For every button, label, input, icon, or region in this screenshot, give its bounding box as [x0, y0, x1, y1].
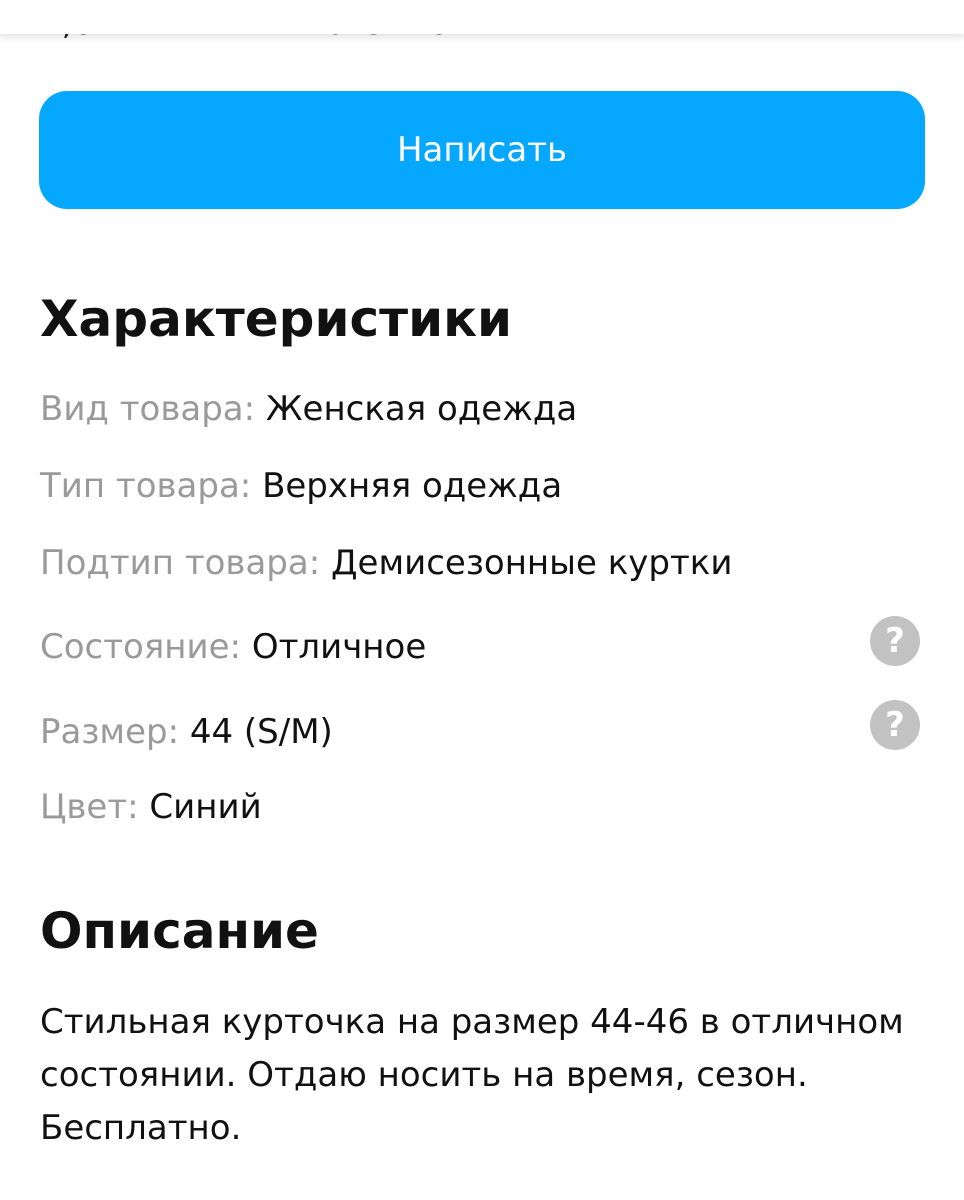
write-review-button[interactable]: Написать	[39, 91, 925, 209]
spec-label: Вид товара:	[40, 389, 266, 429]
spec-value: Верхняя одежда	[262, 466, 563, 506]
spec-value: Отличное	[251, 627, 427, 667]
spec-label: Подтип товара:	[40, 543, 331, 583]
help-icon[interactable]: ?	[870, 616, 920, 666]
help-icon[interactable]: ?	[870, 700, 920, 750]
spec-row-color: Цвет: Синий	[40, 779, 920, 835]
description-title: Описание	[40, 902, 319, 960]
description-text: Стильная курточка на размер 44-46 в отли…	[40, 1002, 904, 1148]
spec-value: Женская одежда	[265, 389, 578, 429]
spec-value: Демисезонные куртки	[330, 543, 733, 583]
header-shadow	[0, 0, 964, 34]
spec-row-size: Размер: 44 (S/M)	[40, 704, 920, 760]
spec-row-item-subtype: Подтип товара: Демисезонные куртки	[40, 535, 920, 591]
spec-row-item-kind: Вид товара: Женская одежда	[40, 381, 920, 437]
spec-label: Состояние:	[40, 627, 252, 667]
spec-row-item-type: Тип товара: Верхняя одежда	[40, 458, 920, 514]
spec-row-condition: Состояние: Отличное	[40, 619, 920, 675]
spec-value: 44 (S/M)	[189, 712, 333, 752]
spec-label: Тип товара:	[40, 466, 263, 506]
spec-label: Цвет:	[40, 787, 150, 827]
spec-value: Синий	[149, 787, 262, 827]
spec-label: Размер:	[40, 712, 190, 752]
characteristics-title: Характеристики	[40, 290, 513, 348]
